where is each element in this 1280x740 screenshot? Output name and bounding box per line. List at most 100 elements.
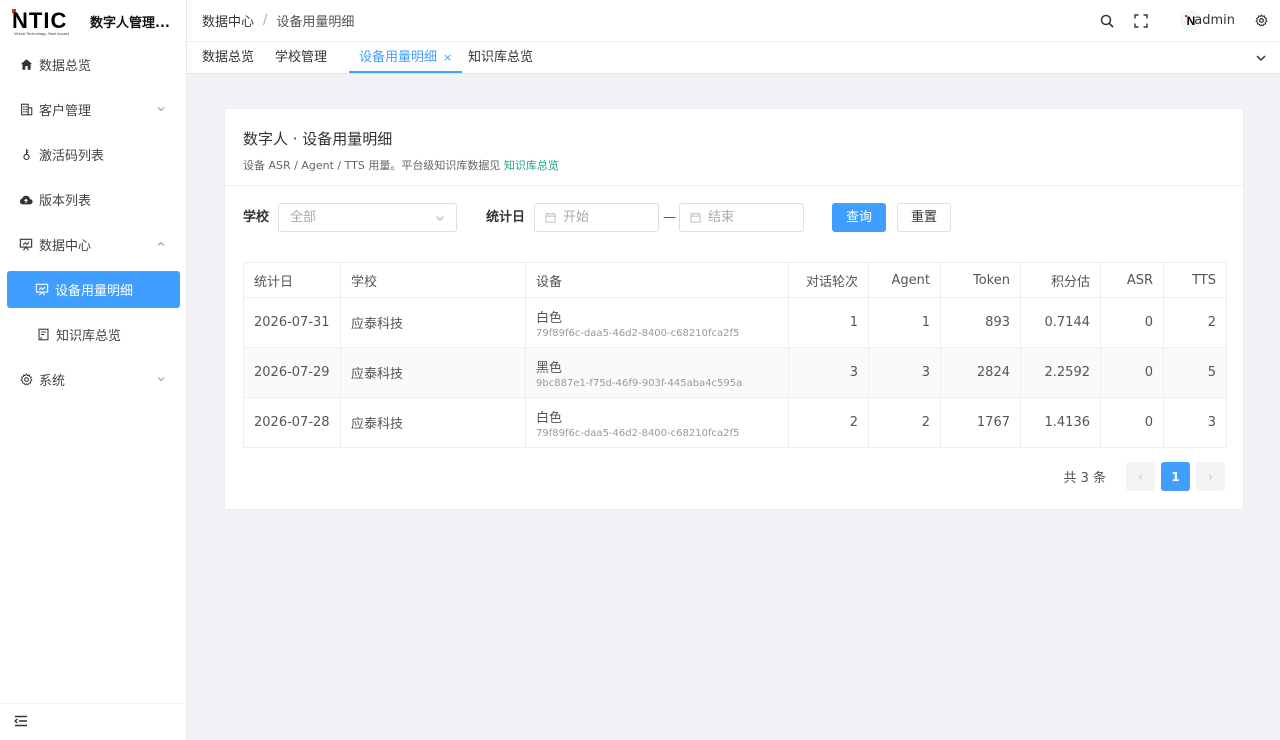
cell-device: 白色 79f89f6c-daa5-46d2-8400-c68210fca2f5 <box>525 397 789 448</box>
breadcrumb-separator: / <box>263 13 268 28</box>
home-icon <box>19 58 33 72</box>
search-icon[interactable] <box>1100 14 1114 28</box>
query-button[interactable]: 查询 <box>832 203 886 232</box>
sidebar-item-label: 数据总览 <box>39 59 92 74</box>
presentation-icon <box>19 238 33 252</box>
sidebar-subitem-knowledge-overview[interactable]: 知识库总览 <box>0 312 186 357</box>
collapse-sidebar-icon[interactable] <box>14 714 28 728</box>
sidebar-item-customers[interactable]: 客户管理 <box>0 87 186 132</box>
table-row[interactable]: 2026-07-28 应泰科技 白色 79f89f6c-daa5-46d2-84… <box>243 397 1227 448</box>
key-icon <box>19 148 33 162</box>
chevron-down-icon[interactable] <box>1255 52 1267 64</box>
page-number-button[interactable]: 1 <box>1161 462 1190 491</box>
sidebar-item-label: 数据中心 <box>39 239 92 254</box>
cell-tts: 5 <box>1163 347 1227 398</box>
device-usage-card: 数字人 · 设备用量明细 设备 ASR / Agent / TTS 用量。平台级… <box>224 108 1244 510</box>
column-header: ASR <box>1100 262 1164 298</box>
cell-date: 2026-07-28 <box>243 397 341 448</box>
device-id: 9bc887e1-f75d-46f9-903f-445aba4c595a <box>536 377 743 389</box>
settings-gear-icon[interactable] <box>1255 14 1269 28</box>
logo-text: NTIC <box>12 8 68 33</box>
column-header: Token <box>940 262 1021 298</box>
tab-school-management[interactable]: 学校管理 <box>275 42 327 73</box>
start-date-input[interactable]: 开始 <box>534 203 659 232</box>
cell-tts: 2 <box>1163 297 1227 348</box>
tab-label: 设备用量明细 <box>359 50 438 65</box>
cell-school: 应泰科技 <box>340 397 526 448</box>
tab-label: 学校管理 <box>275 50 328 65</box>
end-date-input[interactable]: 结束 <box>679 203 804 232</box>
sidebar-item-data-center[interactable]: 数据中心 <box>0 222 186 267</box>
sidebar-item-overview[interactable]: 数据总览 <box>0 42 186 87</box>
logo[interactable]: NTIC Virtual Technology, Real Impact 数字人… <box>0 0 186 42</box>
cell-token: 893 <box>940 297 1021 348</box>
tab-data-overview[interactable]: 数据总览 <box>202 42 254 73</box>
cell-date: 2026-07-31 <box>243 297 341 348</box>
chevron-down-icon <box>435 213 445 223</box>
top-header: 数据中心 / 设备用量明细 N admin <box>187 0 1280 42</box>
cell-turns: 2 <box>788 397 869 448</box>
sidebar-divider <box>0 703 186 704</box>
sidebar-item-system[interactable]: 系统 <box>0 357 186 402</box>
filter-bar: 学校 全部 统计日 开始 — 结束 查询 重置 <box>243 203 1233 233</box>
school-select[interactable]: 全部 <box>278 203 457 232</box>
cell-turns: 1 <box>788 297 869 348</box>
column-header: 学校 <box>340 262 526 298</box>
next-page-button[interactable]: › <box>1196 462 1225 491</box>
sidebar-menu: 数据总览 客户管理 激活码列表 版本列表 数据中心 设备用量明细 知识库总览 系… <box>0 42 186 402</box>
cell-school: 应泰科技 <box>340 297 526 348</box>
device-usage-table: 统计日 学校 设备 对话轮次 Agent Token 积分估 ASR TTS 2… <box>243 262 1227 448</box>
reset-button[interactable]: 重置 <box>897 203 951 232</box>
sidebar-item-activation-codes[interactable]: 激活码列表 <box>0 132 186 177</box>
pagination-total: 共 3 条 <box>1063 471 1106 486</box>
chevron-down-icon <box>156 104 166 114</box>
sidebar-subitem-device-usage[interactable]: 设备用量明细 <box>7 271 180 308</box>
tab-close-icon[interactable]: × <box>443 51 452 64</box>
device-id: 79f89f6c-daa5-46d2-8400-c68210fca2f5 <box>536 327 740 339</box>
column-header: TTS <box>1163 262 1227 298</box>
table-header-row: 统计日 学校 设备 对话轮次 Agent Token 积分估 ASR TTS <box>243 262 1227 298</box>
tab-knowledge-overview[interactable]: 知识库总览 <box>468 42 533 73</box>
sidebar: NTIC Virtual Technology, Real Impact 数字人… <box>0 0 187 740</box>
tabs-bar: 数据总览 学校管理 设备用量明细 × 知识库总览 <box>187 42 1280 74</box>
cell-token: 1767 <box>940 397 1021 448</box>
cell-asr: 0 <box>1100 297 1164 348</box>
sidebar-item-label: 系统 <box>39 374 66 389</box>
presentation-icon <box>35 283 49 297</box>
table-row[interactable]: 2026-07-31 应泰科技 白色 79f89f6c-daa5-46d2-84… <box>243 297 1227 348</box>
sidebar-item-versions[interactable]: 版本列表 <box>0 177 186 222</box>
breadcrumb-current: 设备用量明细 <box>276 15 355 30</box>
table-row[interactable]: 2026-07-29 应泰科技 黑色 9bc887e1-f75d-46f9-90… <box>243 347 1227 398</box>
cell-device: 白色 79f89f6c-daa5-46d2-8400-c68210fca2f5 <box>525 297 789 348</box>
cell-points: 0.7144 <box>1020 297 1101 348</box>
cloud-upload-icon <box>19 193 33 207</box>
date-range-separator: — <box>663 210 676 225</box>
start-date-placeholder: 开始 <box>563 210 590 225</box>
pagination: 共 3 条 ‹ 1 › <box>1063 462 1225 491</box>
prev-page-button[interactable]: ‹ <box>1126 462 1155 491</box>
chevron-up-icon <box>156 239 166 249</box>
username[interactable]: admin <box>1194 13 1235 28</box>
tab-device-usage[interactable]: 设备用量明细 × <box>349 42 463 73</box>
cell-asr: 0 <box>1100 347 1164 398</box>
cell-points: 2.2592 <box>1020 347 1101 398</box>
cell-turns: 3 <box>788 347 869 398</box>
sidebar-item-label: 客户管理 <box>39 104 92 119</box>
knowledge-overview-link[interactable]: 知识库总览 <box>504 159 559 172</box>
building-icon <box>19 103 33 117</box>
cell-date: 2026-07-29 <box>243 347 341 398</box>
device-name: 白色 <box>536 410 563 426</box>
subtitle-text: 设备 ASR / Agent / TTS 用量。平台级知识库数据见 <box>243 159 501 172</box>
device-id: 79f89f6c-daa5-46d2-8400-c68210fca2f5 <box>536 427 740 439</box>
chevron-down-icon <box>156 374 166 384</box>
sidebar-subitem-label: 知识库总览 <box>56 329 122 344</box>
column-header: Agent <box>868 262 941 298</box>
sidebar-item-label: 版本列表 <box>39 194 92 209</box>
page-title: 数字人 · 设备用量明细 <box>243 130 393 148</box>
cell-school: 应泰科技 <box>340 347 526 398</box>
fullscreen-icon[interactable] <box>1134 14 1148 28</box>
breadcrumb-item[interactable]: 数据中心 <box>202 11 254 30</box>
book-icon <box>36 328 50 342</box>
column-header: 设备 <box>525 262 789 298</box>
school-select-value: 全部 <box>290 210 317 225</box>
